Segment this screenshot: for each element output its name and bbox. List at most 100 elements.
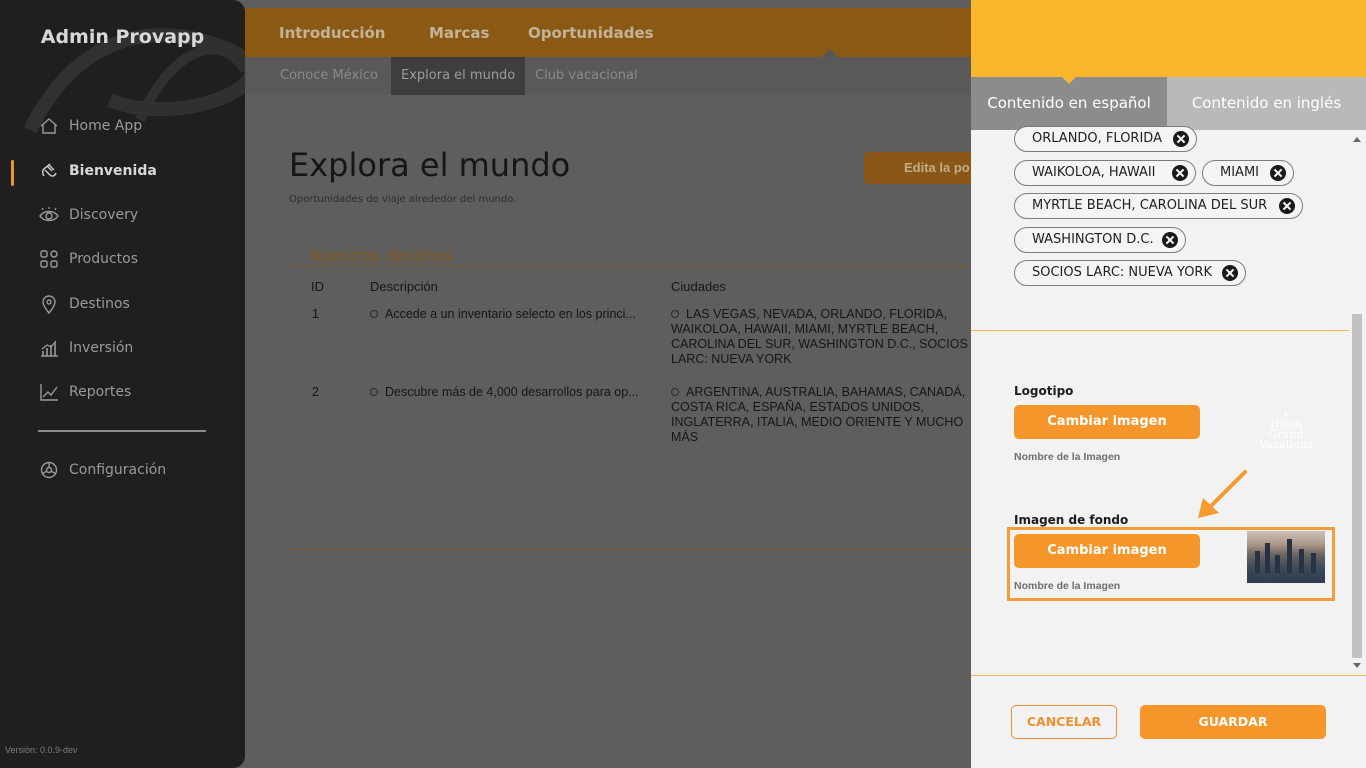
chip-label: SOCIOS LARC: NUEVA YORK [1032,265,1212,280]
city-chip: ORLANDO, FLORIDA [1014,126,1197,152]
city-chip: SOCIOS LARC: NUEVA YORK [1014,260,1246,286]
page-subtitle: Oportunidades de viaje alrededor del mun… [289,194,517,205]
remove-chip-icon[interactable] [1270,165,1286,181]
section-title: Nuestros destinos [310,246,454,265]
bullet-icon [370,388,378,396]
bar-chart-icon [38,337,60,359]
city-chip: MIAMI [1202,160,1294,186]
remove-chip-icon[interactable] [1222,265,1238,281]
chip-label: ORLANDO, FLORIDA [1032,131,1162,146]
chip-label: WAIKOLOA, HAWAII [1032,165,1156,180]
language-tabs: Contenido en español Contenido en inglés [971,76,1366,130]
active-tab-caret [822,49,838,57]
city-chip: WASHINGTON D.C. [1014,227,1186,253]
background-image-label: Imagen de fondo [1014,513,1129,527]
waving-hand-icon [38,160,60,182]
sidebar-item-home-app[interactable]: Home App [38,113,142,139]
edit-panel: Contenido en español Contenido en inglés… [971,0,1366,768]
subtab-explora-el-mundo[interactable]: Explora el mundo [391,57,526,95]
row-2-description-text: Descubre más de 4,000 desarrollos para o… [385,385,639,399]
sidebar-item-bienvenida[interactable]: Bienvenida [38,158,157,184]
chip-label: MYRTLE BEACH, CAROLINA DEL SUR [1032,198,1268,213]
sub-nav: Conoce México Explora el mundo Club vaca… [245,57,971,95]
sidebar-item-reportes[interactable]: Reportes [38,379,131,405]
chip-label: WASHINGTON D.C. [1032,232,1154,247]
sidebar-item-label: Bienvenida [69,163,157,179]
sidebar-item-discovery[interactable]: Discovery [38,202,138,228]
row-1-id: 1 [312,307,319,321]
eye-icon [38,204,60,226]
row-1-cities-text: LAS VEGAS, NEVADA, ORLANDO, FLORIDA, WAI… [671,307,968,366]
home-icon [38,115,60,137]
row-2-cities-text: ARGENTINA, AUSTRALIA, BAHAMAS, CANADÁ, C… [671,385,966,444]
row-2-cities: ARGENTINA, AUSTRALIA, BAHAMAS, CANADÁ, C… [671,385,971,445]
scroll-down-icon[interactable] [1353,663,1361,668]
remove-chip-icon[interactable] [1173,131,1189,147]
tab-introduccion[interactable]: Introducción [279,24,385,42]
footer-divider [971,675,1366,676]
sidebar-item-label: Home App [69,118,143,134]
bullet-icon [370,310,378,318]
edit-page-button[interactable]: Edita la po [864,152,984,184]
brand-title: Admin Provapp [40,26,205,48]
remove-chip-icon[interactable] [1172,165,1188,181]
city-chip: WAIKOLOA, HAWAII [1014,160,1196,186]
change-background-button[interactable]: Cambiar imagen [1014,534,1200,568]
row-1-description: Accede a un inventario selecto en los pr… [370,307,660,322]
scroll-up-icon[interactable] [1353,137,1361,142]
sidebar-item-inversion[interactable]: Inversión [38,335,133,361]
panel-divider [971,330,1349,331]
active-tab-indicator [1061,76,1077,84]
tab-marcas[interactable]: Marcas [429,24,489,42]
remove-chip-icon[interactable] [1162,232,1178,248]
bullet-icon [671,310,679,318]
logo-label: Logotipo [1014,384,1074,398]
version-label: Versión: 0.0.9-dev [5,745,78,755]
background-image-preview [1247,531,1325,583]
row-2-description: Descubre más de 4,000 desarrollos para o… [370,385,660,400]
bullet-icon [671,388,679,396]
city-chip: MYRTLE BEACH, CAROLINA DEL SUR [1014,193,1303,219]
tab-contenido-espanol[interactable]: Contenido en español [971,77,1167,130]
subtab-conoce-mexico[interactable]: Conoce México [270,57,388,95]
logo-preview-text: Grand Vacations [1259,428,1313,451]
page-title: Explora el mundo [289,146,571,184]
sidebar-item-label: Destinos [69,296,130,312]
save-button[interactable]: GUARDAR [1140,705,1326,739]
tab-contenido-ingles[interactable]: Contenido en inglés [1167,77,1366,130]
background-image-name: Nombre de la Imagen [1014,580,1121,592]
sidebar-item-configuracion[interactable]: Configuración [38,457,166,483]
row-2-id: 2 [312,385,319,399]
gear-icon [38,459,60,481]
subtab-club-vacacional[interactable]: Club vacacional [525,57,648,95]
sidebar-item-label: Productos [69,251,139,267]
row-1-cities: LAS VEGAS, NEVADA, ORLANDO, FLORIDA, WAI… [671,307,971,367]
active-indicator [11,160,14,186]
sidebar: Admin Provapp Home App Bienvenida Discov… [0,0,245,768]
line-chart-icon [38,381,60,403]
panel-header [971,0,1366,77]
logo-preview: ✦ Hilton Grand Vacations [1245,410,1327,450]
cancel-button[interactable]: CANCELAR [1011,705,1117,739]
top-nav: Introducción Marcas Oportunidades [245,8,971,57]
section-divider [289,265,971,266]
sidebar-divider [38,430,206,432]
sidebar-item-label: Reportes [69,384,132,400]
map-pin-icon [38,293,60,315]
column-header-ciudades: Ciudades [671,279,726,294]
pointer-arrow-icon [1198,470,1247,518]
sidebar-item-productos[interactable]: Productos [38,246,138,272]
change-logo-button[interactable]: Cambiar imagen [1014,405,1200,439]
section-bottom-divider [289,549,971,550]
sidebar-item-label: Inversión [69,340,134,356]
chip-label: MIAMI [1220,165,1259,180]
column-header-descripcion: Descripción [370,279,438,294]
sidebar-item-label: Configuración [69,462,167,478]
logo-image-name: Nombre de la Imagen [1014,451,1121,463]
remove-chip-icon[interactable] [1279,198,1295,214]
tab-oportunidades[interactable]: Oportunidades [528,24,654,42]
sidebar-item-destinos[interactable]: Destinos [38,291,130,317]
column-header-id: ID [311,279,324,294]
sidebar-item-label: Discovery [69,207,139,223]
scrollbar-thumb[interactable] [1352,314,1362,658]
